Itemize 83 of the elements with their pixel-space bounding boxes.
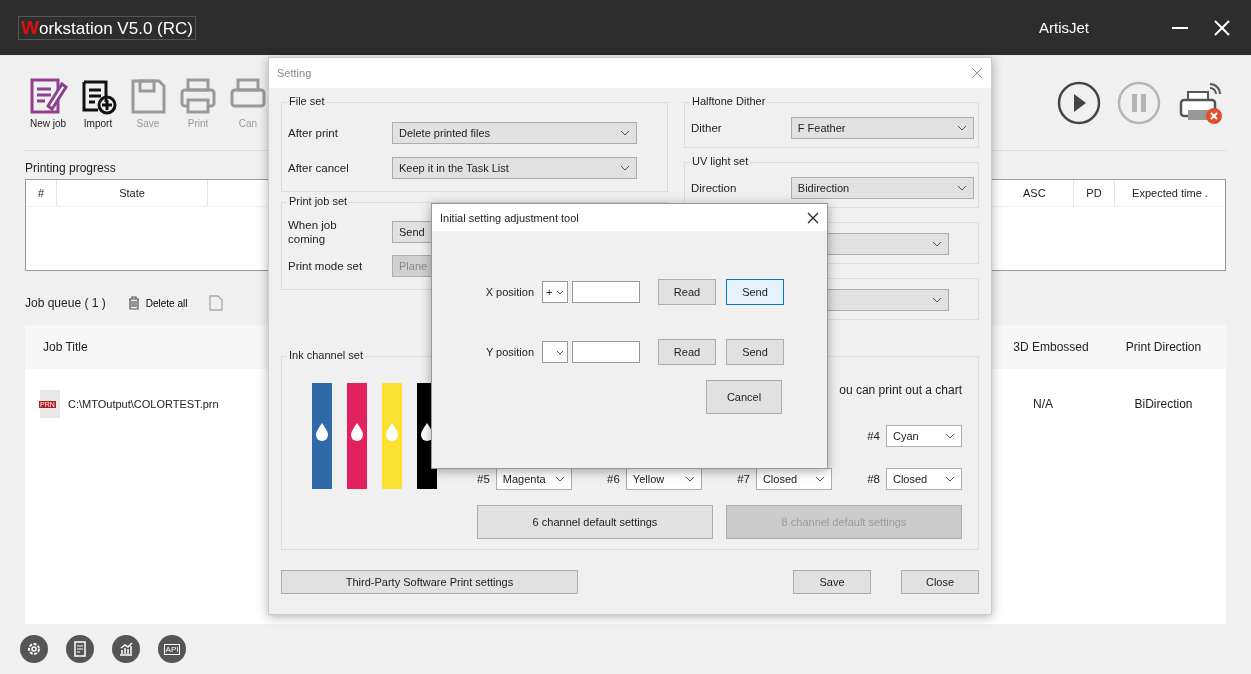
hint-text: ou can print out a chart (839, 383, 962, 399)
field-label: After cancel (288, 160, 350, 176)
dialog-title: Initial setting adjustment tool (440, 211, 579, 224)
report-icon[interactable] (66, 635, 94, 663)
field-label: Print mode set (288, 258, 363, 274)
delete-all-button[interactable]: Delete all (127, 296, 188, 310)
dropdown[interactable]: Magenta (495, 468, 572, 490)
channel-label: #7 (737, 473, 750, 485)
chart-icon[interactable] (112, 635, 140, 663)
sign-dropdown[interactable]: + (542, 281, 568, 303)
column-header: Expected time . (1131, 186, 1209, 201)
column-header: PD (1074, 180, 1115, 206)
cancel-button[interactable]: Cancel (706, 380, 782, 414)
dropdown[interactable]: Delete printed files (392, 122, 637, 144)
printer-icon (178, 76, 218, 116)
default-settings-button[interactable]: 6 channel default settings (477, 505, 713, 539)
dialog-title: Setting (277, 67, 312, 79)
field-label: Direction (691, 180, 738, 196)
send-button[interactable]: Send (726, 279, 784, 305)
column-header: Print Direction (1124, 340, 1203, 354)
chevron-icon (932, 241, 942, 247)
close-button[interactable]: Close (901, 570, 979, 594)
group-title: Halftone Dither (690, 95, 768, 107)
notepad-pencil-icon (28, 76, 68, 116)
send-button[interactable]: Send (726, 339, 784, 365)
channel-label: #6 (607, 473, 620, 485)
close-icon[interactable] (807, 211, 819, 224)
chevron-icon (556, 349, 564, 355)
brand-logo: ArtisJet (1039, 19, 1089, 36)
dropdown[interactable]: Closed (886, 468, 962, 490)
group-title: Print job set (287, 195, 350, 207)
column-header: State (57, 180, 208, 206)
group-title: Ink channel set (287, 349, 365, 361)
field-label: Dither (691, 120, 723, 136)
channel-label: #4 (867, 430, 880, 442)
section-title: Job queue ( 1 ) (25, 296, 106, 310)
table-cell-text: N/A (1032, 397, 1054, 411)
channel-label: #5 (477, 473, 490, 485)
group-title: File set (287, 95, 327, 107)
dropdown[interactable]: Closed (755, 468, 832, 490)
dropdown[interactable]: F Feather (790, 117, 974, 139)
field-label: After print (288, 125, 339, 141)
read-button[interactable]: Read (658, 279, 716, 305)
play-icon[interactable] (1056, 79, 1102, 126)
dropdown[interactable]: Keep it in the Task List (392, 157, 637, 179)
column-header: # (26, 180, 57, 206)
input-field[interactable] (572, 341, 640, 363)
input-field[interactable] (572, 281, 640, 303)
save-button[interactable]: Save (793, 570, 871, 594)
dropdown[interactable]: Cyan (886, 425, 962, 447)
chevron-icon (957, 125, 967, 131)
field-label: When job coming (288, 217, 338, 247)
chevron-icon (620, 130, 630, 136)
chevron-icon (932, 297, 942, 303)
dropdown[interactable]: Yellow (625, 468, 702, 490)
column-header: 3D Embossed (1012, 340, 1090, 354)
column-header: ASC (1019, 180, 1074, 206)
chevron-icon (684, 476, 695, 482)
column-header: Job Title (42, 340, 88, 354)
chevron-icon (957, 185, 967, 191)
sign-dropdown[interactable] (542, 341, 568, 363)
chevron-icon (814, 476, 825, 482)
new-button[interactable]: New job (25, 76, 71, 129)
dropdown[interactable]: Bidirection (790, 177, 974, 199)
table-cell-text: BiDirection (1133, 397, 1194, 411)
chevron-icon (556, 289, 564, 295)
chevron-icon (945, 476, 955, 482)
channel-label: #8 (867, 473, 880, 485)
chevron-icon (945, 433, 955, 439)
chevron-icon (554, 476, 565, 482)
group-title: UV light set (690, 155, 751, 167)
field-label: X position (484, 286, 534, 298)
field-label: Y position (484, 346, 534, 358)
section-title: Printing progress (25, 161, 116, 175)
settings-icon[interactable] (20, 635, 48, 663)
third-party-settings-button[interactable]: Third-Party Software Print settings (281, 570, 578, 594)
app-title: Workstation V5.0 (RC) (18, 15, 196, 40)
api-icon[interactable]: API (158, 635, 186, 663)
trash-icon (127, 296, 140, 310)
import-button[interactable]: Import (75, 76, 121, 129)
chevron-icon (620, 165, 630, 171)
read-button[interactable]: Read (658, 339, 716, 365)
table-cell: C:\MTOutput\COLORTEST.prn (68, 398, 219, 410)
